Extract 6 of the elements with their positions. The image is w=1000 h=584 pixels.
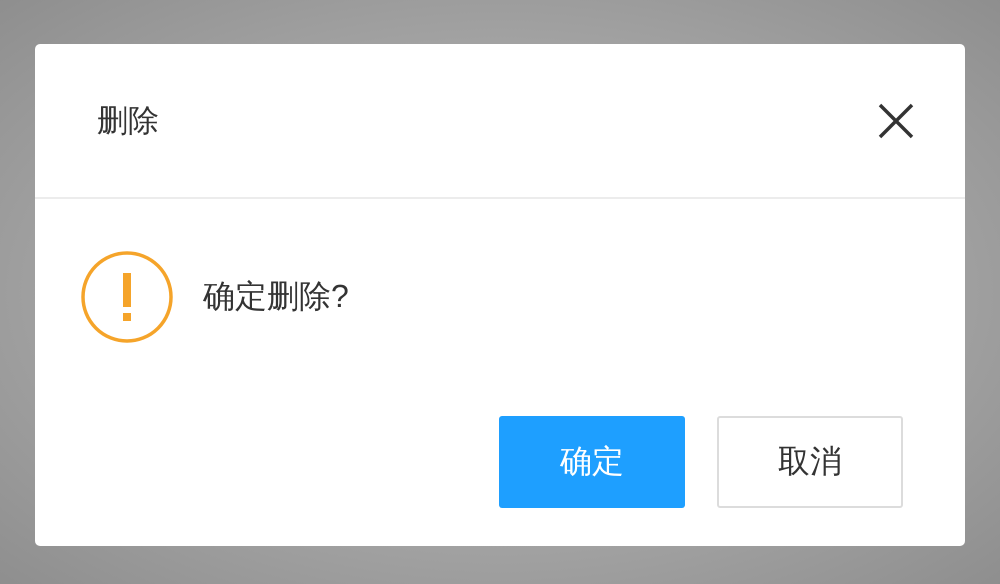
confirm-message: 确定删除? — [203, 277, 349, 316]
cancel-button[interactable]: 取消 — [717, 416, 903, 508]
close-icon — [877, 102, 915, 140]
dialog-title: 删除 — [97, 102, 159, 140]
close-button[interactable] — [877, 102, 915, 140]
warning-icon — [79, 249, 175, 345]
